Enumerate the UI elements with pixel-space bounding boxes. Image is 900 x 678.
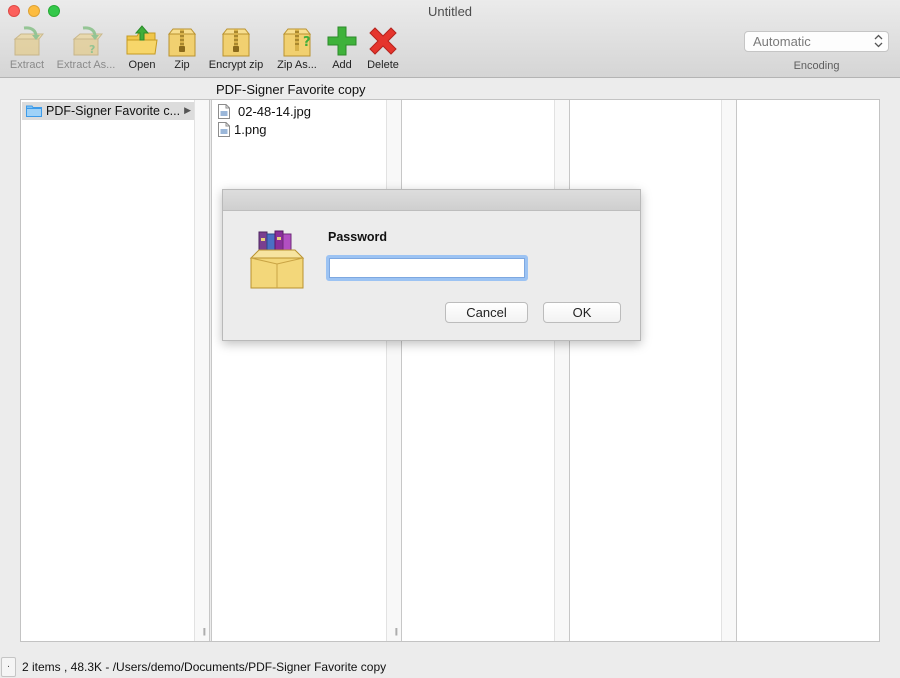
column-divider xyxy=(210,100,212,641)
chevron-updown-icon xyxy=(874,34,883,48)
status-bar: . 2 items , 48.3K - /Users/demo/Document… xyxy=(0,656,900,678)
browser-column-5[interactable] xyxy=(738,100,879,641)
column-scrollbar[interactable] xyxy=(386,100,401,641)
zip-as-button[interactable]: ? Zip As... xyxy=(272,24,322,74)
folder-open-icon xyxy=(126,25,158,55)
password-dialog: Password Cancel OK xyxy=(222,189,641,341)
column-scrollbar[interactable] xyxy=(554,100,569,641)
browser-column-4[interactable] xyxy=(571,100,737,641)
file-row[interactable]: 1.png xyxy=(218,120,267,138)
browser-column-2[interactable]: 02-48-14.jpg 1.png || xyxy=(213,100,402,641)
add-button[interactable]: Add xyxy=(326,24,358,74)
toolbar-label: Zip xyxy=(174,59,190,71)
extract-button[interactable]: Extract xyxy=(6,24,48,74)
box-arrow-icon xyxy=(13,26,44,56)
encrypt-zip-button[interactable]: Encrypt zip xyxy=(204,24,268,74)
window-title: Untitled xyxy=(427,4,473,19)
x-icon xyxy=(369,27,397,55)
zip-box-question-icon: ? xyxy=(282,28,312,57)
column-resize-grip-icon[interactable]: || xyxy=(395,627,398,636)
encoding-select[interactable]: Automatic xyxy=(744,31,889,52)
toolbar-label: Extract As... xyxy=(56,59,116,71)
status-action-button[interactable]: . xyxy=(1,657,16,677)
image-file-icon xyxy=(218,121,230,137)
folder-name: PDF-Signer Favorite c... xyxy=(46,104,181,118)
password-input[interactable] xyxy=(326,255,528,281)
svg-text:?: ? xyxy=(89,43,95,56)
zip-box-icon xyxy=(167,28,197,57)
folder-icon xyxy=(26,105,42,117)
cancel-button[interactable]: Cancel xyxy=(445,302,528,323)
status-text: 2 items , 48.3K - /Users/demo/Documents/… xyxy=(22,660,387,674)
extract-as-button[interactable]: ? Extract As... xyxy=(52,24,120,74)
toolbar-label: Encrypt zip xyxy=(208,59,264,71)
box-arrow-question-icon: ? xyxy=(72,26,103,56)
column-browser: PDF-Signer Favorite c... ▶ || 02-48-14.j… xyxy=(20,99,880,642)
image-file-icon xyxy=(218,103,230,119)
zip-button[interactable]: Zip xyxy=(165,24,199,74)
toolbar-label: Extract xyxy=(9,59,45,71)
column-resize-grip-icon[interactable]: || xyxy=(203,627,206,636)
window-titlebar: Untitled Extract ? Extract As... Open Zi… xyxy=(0,0,900,78)
plus-icon xyxy=(327,26,357,56)
open-button[interactable]: Open xyxy=(124,24,160,74)
encoding-label: Encoding xyxy=(793,60,840,72)
toolbar-label: Open xyxy=(128,59,156,71)
browser-column-1[interactable]: PDF-Signer Favorite c... ▶ || xyxy=(21,100,210,641)
ok-button[interactable]: OK xyxy=(543,302,621,323)
delete-button[interactable]: Delete xyxy=(364,24,402,74)
encoding-value: Automatic xyxy=(753,34,811,49)
zip-box-lock-icon xyxy=(221,28,251,57)
path-title: PDF-Signer Favorite copy xyxy=(216,82,366,97)
toolbar-label: Delete xyxy=(367,59,399,71)
toolbar-label: Add xyxy=(332,59,352,71)
dialog-titlebar xyxy=(223,190,640,211)
svg-text:?: ? xyxy=(303,35,311,50)
file-name: 02-48-14.jpg xyxy=(238,103,311,119)
column-scrollbar[interactable] xyxy=(721,100,736,641)
browser-column-3[interactable] xyxy=(404,100,570,641)
folder-row-selected[interactable]: PDF-Signer Favorite c... ▶ xyxy=(22,102,194,120)
disclosure-arrow-icon: ▶ xyxy=(184,105,191,115)
file-row[interactable]: 02-48-14.jpg xyxy=(218,102,311,120)
column-scrollbar[interactable] xyxy=(194,100,209,641)
archive-books-icon xyxy=(249,230,305,289)
file-name: 1.png xyxy=(234,121,267,137)
password-label: Password xyxy=(328,230,388,244)
toolbar-label: Zip As... xyxy=(277,59,317,71)
